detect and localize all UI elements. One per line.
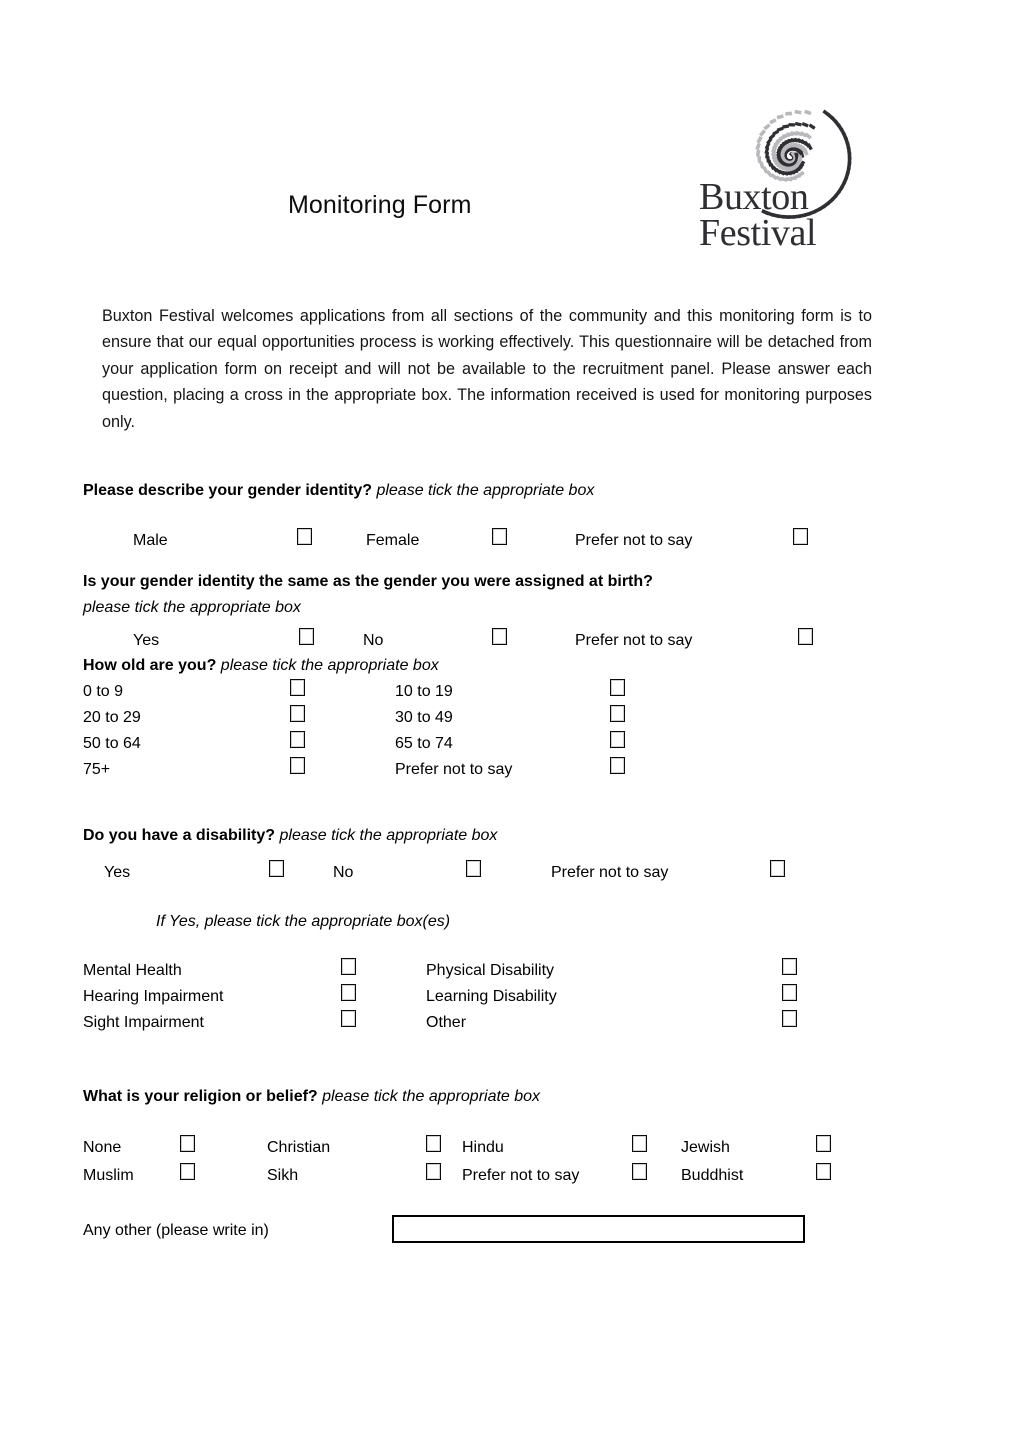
checkbox-age-10-19[interactable] [610,679,625,696]
option-label-gender-prefer-not: Prefer not to say [575,532,693,549]
question-gender-identity: Please describe your gender identity? pl… [83,482,594,500]
checkbox-gender-prefer-not-to-say[interactable] [793,528,808,545]
option-label-disability-prefer-not: Prefer not to say [551,864,669,881]
option-label-learning-disability: Learning Disability [426,988,557,1005]
checkbox-mental-health[interactable] [341,958,356,975]
checkbox-religion-sikh[interactable] [426,1163,441,1180]
option-label-hearing-impairment: Hearing Impairment [83,988,224,1005]
question-gender-same-as-birth-hint: please tick the appropriate box [83,599,301,616]
intro-paragraph: Buxton Festival welcomes applications fr… [102,307,872,431]
question-disability: Do you have a disability? please tick th… [83,827,497,845]
checkbox-birth-prefer-not-to-say[interactable] [798,628,813,645]
option-label-age-30-49: 30 to 49 [395,709,453,726]
question-age-text: How old are you? [83,657,217,674]
checkbox-physical-disability[interactable] [782,958,797,975]
logo-wordmark: Buxton Festival [699,176,817,255]
checkbox-religion-none[interactable] [180,1135,195,1152]
option-label-birth-prefer-not: Prefer not to say [575,632,693,649]
any-other-religion-input[interactable] [392,1215,805,1243]
checkbox-gender-male[interactable] [297,528,312,545]
option-label-religion-muslim: Muslim [83,1167,134,1184]
checkbox-birth-no[interactable] [492,628,507,645]
checkbox-age-0-9[interactable] [290,679,305,696]
option-label-mental-health: Mental Health [83,962,182,979]
option-label-other-disability: Other [426,1014,467,1031]
checkbox-religion-jewish[interactable] [816,1135,831,1152]
option-label-age-0-9: 0 to 9 [83,683,124,700]
question-gender-identity-text: Please describe your gender identity? [83,482,372,499]
option-label-birth-yes: Yes [133,632,160,649]
option-label-age-10-19: 10 to 19 [395,683,453,700]
option-label-religion-christian: Christian [267,1139,331,1156]
checkbox-gender-female[interactable] [492,528,507,545]
disability-followup-hint: If Yes, please tick the appropriate box(… [156,913,451,930]
checkbox-religion-muslim[interactable] [180,1163,195,1180]
checkbox-birth-yes[interactable] [299,628,314,645]
option-label-physical-disability: Physical Disability [426,962,555,979]
question-religion: What is your religion or belief? please … [83,1088,540,1106]
checkbox-disability-yes[interactable] [269,860,284,877]
logo-line-1: Buxton [699,176,809,218]
checkbox-religion-prefer-not-to-say[interactable] [632,1163,647,1180]
checkbox-hearing-impairment[interactable] [341,984,356,1001]
page-title: Monitoring Form [288,191,472,219]
checkbox-learning-disability[interactable] [782,984,797,1001]
question-gender-same-as-birth-text: Is your gender identity the same as the … [83,573,653,590]
checkbox-religion-hindu[interactable] [632,1135,647,1152]
option-label-religion-jewish: Jewish [681,1139,730,1156]
question-age-hint: please tick the appropriate box [220,657,439,674]
option-label-religion-none: None [83,1139,122,1156]
option-label-age-20-29: 20 to 29 [83,709,141,726]
question-age: How old are you? please tick the appropr… [83,657,439,675]
question-gender-same-as-birth: Is your gender identity the same as the … [83,573,653,591]
checkbox-disability-no[interactable] [466,860,481,877]
option-label-disability-yes: Yes [104,864,131,881]
checkbox-age-50-64[interactable] [290,731,305,748]
question-disability-text: Do you have a disability? [83,827,276,844]
question-disability-hint: please tick the appropriate box [279,827,498,844]
checkbox-religion-christian[interactable] [426,1135,441,1152]
option-label-religion-sikh: Sikh [267,1167,299,1184]
option-label-age-50-64: 50 to 64 [83,735,141,752]
document-header: Monitoring Form Buxton Festival [0,95,1020,285]
option-label-age-prefer-not: Prefer not to say [395,761,513,778]
option-label-male: Male [133,532,168,549]
checkbox-age-prefer-not-to-say[interactable] [610,757,625,774]
question-religion-hint: please tick the appropriate box [322,1088,541,1105]
checkbox-age-20-29[interactable] [290,705,305,722]
option-label-religion-buddhist: Buddhist [681,1167,744,1184]
buxton-festival-logo: Buxton Festival [693,95,873,270]
option-label-age-75-plus: 75+ [83,761,111,778]
question-religion-text: What is your religion or belief? [83,1088,318,1105]
checkbox-disability-prefer-not-to-say[interactable] [770,860,785,877]
logo-line-2: Festival [699,212,817,255]
checkbox-age-30-49[interactable] [610,705,625,722]
option-label-age-65-74: 65 to 74 [395,735,453,752]
monitoring-form-page: Monitoring Form Buxton Festival Buxton F… [0,0,1020,1443]
checkbox-sight-impairment[interactable] [341,1010,356,1027]
option-label-religion-prefer-not: Prefer not to say [462,1167,580,1184]
option-label-religion-hindu: Hindu [462,1139,504,1156]
option-label-female: Female [366,532,420,549]
label-any-other-write-in: Any other (please write in) [83,1222,269,1239]
checkbox-age-75-plus[interactable] [290,757,305,774]
option-label-sight-impairment: Sight Impairment [83,1014,204,1031]
checkbox-religion-buddhist[interactable] [816,1163,831,1180]
option-label-disability-no: No [333,864,354,881]
question-gender-identity-hint: please tick the appropriate box [376,482,595,499]
option-label-birth-no: No [363,632,384,649]
checkbox-age-65-74[interactable] [610,731,625,748]
checkbox-other-disability[interactable] [782,1010,797,1027]
